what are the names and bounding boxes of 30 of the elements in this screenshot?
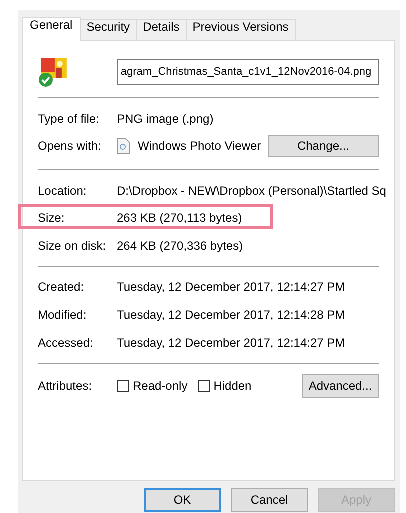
tab[interactable]: General [22,17,81,41]
change-button[interactable]: Change... [268,135,379,157]
field-label: Accessed: [38,336,94,350]
tab[interactable]: Previous Versions [186,19,296,40]
field-value: 264 KB (270,336 bytes) [117,239,244,253]
field-label: Location: [38,184,88,198]
field-value: PNG image (.png) [117,112,214,126]
field-label: Size: [38,211,66,225]
field-value: Tuesday, 12 December 2017, 12:14:28 PM [117,308,346,322]
checkbox-label: Hidden [214,379,252,393]
field-label: Type of file: [38,112,100,126]
field-label: Created: [38,280,86,294]
field-label: Attributes: [38,379,94,393]
field-value: 263 KB (270,113 bytes) [117,211,242,225]
checkbox-box[interactable] [198,380,210,392]
dialog-button[interactable]: Cancel [231,488,308,512]
file-name-field[interactable]: agram_Christmas_Santa_c1v1_12Nov2016-04.png [116,59,379,85]
app-name: Windows Photo Viewer [138,139,262,153]
field-label: Modified: [38,308,88,322]
field-label: Opens with: [38,139,102,153]
checkbox-box[interactable] [117,380,129,392]
image-file-icon [38,56,68,88]
field-value: Tuesday, 12 December 2017, 12:14:27 PM [117,280,346,294]
checkbox-label: Read-only [133,379,188,393]
advanced-button[interactable]: Advanced... [302,374,379,398]
app-icon [117,138,130,154]
field-value: Tuesday, 12 December 2017, 12:14:27 PM [117,336,346,350]
dialog-button[interactable]: OK [144,488,221,512]
field-value: D:\Dropbox - NEW\Dropbox (Personal)\Startled Sq [117,184,386,198]
field-label: Size on disk: [38,239,108,253]
